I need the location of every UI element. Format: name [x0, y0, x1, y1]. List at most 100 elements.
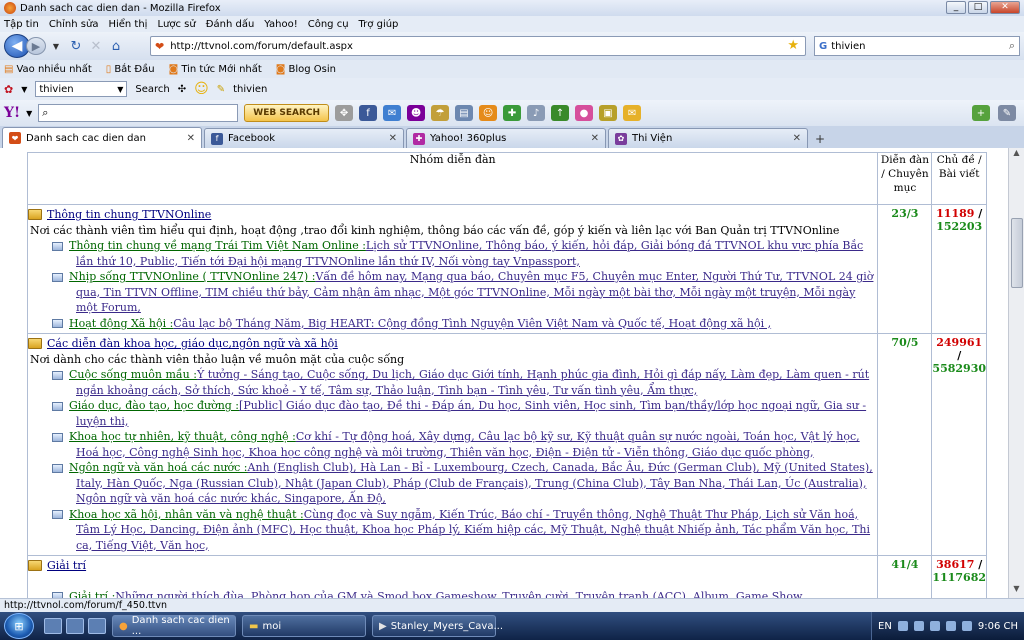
tab-thi-vien[interactable]: ✿ Thi Viện ✕ [608, 128, 808, 148]
scroll-up-icon[interactable]: ▲ [1009, 148, 1024, 162]
thivien-button[interactable]: thivien [233, 84, 267, 95]
taskbar-firefox[interactable]: ● Danh sach cac dien ... [112, 615, 236, 637]
music-icon[interactable]: ♪ [527, 105, 546, 121]
vertical-scrollbar[interactable]: ▲ ▼ [1008, 148, 1024, 598]
bookmark-star-icon[interactable]: ★ [787, 38, 799, 53]
bookmark-blog-osin[interactable]: ◙ Blog Osin [276, 64, 336, 75]
close-button[interactable]: ✕ [990, 1, 1020, 14]
volume-icon[interactable] [929, 621, 940, 631]
web-search-button[interactable]: WEB SEARCH [244, 104, 330, 122]
tab-yahoo-360[interactable]: ✚ Yahoo! 360plus ✕ [406, 128, 606, 148]
scroll-thumb[interactable] [1011, 218, 1023, 288]
highlight-icon[interactable]: ✎ [217, 84, 225, 95]
games-icon[interactable]: ☺ [479, 105, 498, 121]
bookmark-most-visited[interactable]: ▤ Vao nhiều nhất [4, 64, 92, 75]
browser-quicklaunch-icon[interactable] [88, 618, 106, 634]
reload-icon[interactable]: ↻ [66, 36, 86, 56]
search-button[interactable]: Search [135, 84, 169, 95]
scroll-down-icon[interactable]: ▼ [1009, 584, 1024, 598]
facebook-icon[interactable]: f [359, 105, 378, 121]
stop-icon[interactable]: ✕ [86, 36, 106, 56]
weather-icon[interactable]: ☂ [431, 105, 450, 121]
toolbar-options-icon[interactable]: ✎ [998, 105, 1016, 121]
finance-icon[interactable]: ↑ [551, 105, 570, 121]
tray-app-icon[interactable] [897, 621, 908, 631]
forward-button[interactable]: ▶ [26, 37, 46, 55]
quick-launch [44, 618, 106, 634]
menu-file[interactable]: Tập tin [4, 19, 39, 30]
subforum-group-link[interactable]: Ngôn ngữ và văn hoá các nước : [69, 461, 248, 474]
subforum-group-link[interactable]: Hoạt động Xã hội : [69, 317, 173, 330]
subforum-group-link[interactable]: Giáo dục, đào tạo, học đường : [69, 399, 239, 412]
addon-combo[interactable]: thivien ▼ [35, 81, 128, 97]
menu-tools[interactable]: Công cụ [308, 19, 349, 30]
site-favicon-icon: ❤ [9, 132, 21, 144]
mail-icon[interactable]: ✉ [383, 105, 402, 121]
yahoo-search-input[interactable]: ⌕ [38, 104, 239, 122]
news-icon[interactable]: ▤ [455, 105, 474, 121]
menu-history[interactable]: Lược sử [157, 19, 195, 30]
address-bar[interactable]: ❤ http://ttvnol.com/forum/default.aspx ★ [150, 36, 806, 56]
subforum-group-link[interactable]: Thông tin chung về mạng Trái Tim Việt Na… [69, 239, 366, 252]
yahoo-logo[interactable]: Y! [4, 105, 20, 121]
subforum-group-link[interactable]: Khoa học tự nhiên, kỹ thuật, công nghệ : [69, 430, 296, 443]
history-dropdown-icon[interactable]: ▼ [46, 36, 66, 56]
answers-icon[interactable]: ✚ [503, 105, 522, 121]
search-box[interactable]: G thivien ⌕ [814, 36, 1020, 56]
yahoo-360-icon: ✚ [413, 132, 425, 145]
addon-dropdown-icon[interactable]: ▼ [21, 85, 27, 94]
switch-windows-icon[interactable] [66, 618, 84, 634]
messenger-icon[interactable]: ☻ [407, 105, 426, 121]
subforum-group-link[interactable]: Cuộc sống muôn mầu : [69, 368, 197, 381]
show-desktop-icon[interactable] [44, 618, 62, 634]
tray-app-icon[interactable] [945, 621, 956, 631]
tab-facebook[interactable]: f Facebook ✕ [204, 128, 404, 148]
bookmark-latest-news[interactable]: ◙ Tin tức Mới nhất [169, 64, 262, 75]
forward-arrow-icon: ▶ [31, 39, 41, 53]
close-tab-icon[interactable]: ✕ [591, 133, 599, 144]
taskbar-media[interactable]: ▶ Stanley_Myers_Cava... [372, 615, 503, 637]
menu-edit[interactable]: Chỉnh sửa [49, 19, 99, 30]
close-tab-icon[interactable]: ✕ [793, 133, 801, 144]
bookmark-getting-started[interactable]: ▯ Bắt Đầu [106, 64, 155, 75]
taskbar-folder[interactable]: ▬ moi [242, 615, 366, 637]
close-tab-icon[interactable]: ✕ [389, 133, 397, 144]
add-button-icon[interactable]: + [972, 105, 990, 121]
google-icon[interactable]: G [815, 41, 831, 52]
menu-help[interactable]: Trợ giúp [359, 19, 399, 30]
language-indicator[interactable]: EN [878, 621, 892, 632]
start-button[interactable]: ⊞ [4, 613, 34, 639]
flickr-icon[interactable]: ● [575, 105, 594, 121]
tab-forum-list[interactable]: ❤ Danh sach cac dien dan ✕ [2, 127, 202, 148]
category-description [28, 574, 874, 589]
home-icon[interactable]: ⌂ [106, 36, 126, 56]
category-title-link[interactable]: Giải trí [47, 558, 86, 574]
category-row: Giải trí Giải trí :Những người thích đùa,… [26, 555, 987, 599]
menu-yahoo[interactable]: Yahoo! [264, 19, 297, 30]
yahoo-tool-icon[interactable]: ✥ [335, 105, 354, 121]
subforum-line: Hoạt động Xã hội :Câu lạc bộ Tháng Năm, … [52, 316, 874, 332]
subforum-group-link[interactable]: Nhịp sống TTVNOnline ( TTVNOnline 247) : [69, 270, 315, 283]
messages-icon[interactable]: ✉ [623, 105, 642, 121]
category-title-link[interactable]: Thông tin chung TTVNOnline [47, 207, 211, 223]
network-icon[interactable] [913, 621, 924, 631]
menu-bookmarks[interactable]: Đánh dấu [206, 19, 255, 30]
close-tab-icon[interactable]: ✕ [187, 133, 195, 144]
maximize-button[interactable]: □ [968, 1, 988, 14]
smiley-emoticon-icon[interactable]: ☺ [194, 81, 209, 97]
minimize-button[interactable]: _ [946, 1, 966, 14]
new-tab-button[interactable]: + [810, 130, 830, 148]
subforum-folder-icon [52, 272, 63, 282]
subforum-group-link[interactable]: Giải trí : [69, 590, 115, 599]
menu-view[interactable]: Hiển thị [108, 19, 147, 30]
subforum-group-link[interactable]: Khoa học xã hội, nhân văn và nghệ thuật … [69, 508, 304, 521]
subforum-links[interactable]: Những người thích đùa, Phòng họp của GM … [115, 590, 804, 599]
tray-app-icon[interactable] [961, 621, 972, 631]
photo-icon[interactable]: ▣ [599, 105, 618, 121]
category-title-link[interactable]: Các diễn đàn khoa học, giáo dục,ngôn ngữ… [47, 336, 338, 352]
search-magnifier-icon[interactable]: ⌕ [1009, 39, 1015, 53]
subforum-links[interactable]: Câu lạc bộ Tháng Năm, Big HEART: Cộng đồ… [173, 317, 771, 330]
topic-count: 11189 [936, 207, 975, 220]
chevron-down-icon[interactable]: ▼ [26, 109, 32, 118]
search-options-icon[interactable]: ✣ [178, 84, 186, 95]
